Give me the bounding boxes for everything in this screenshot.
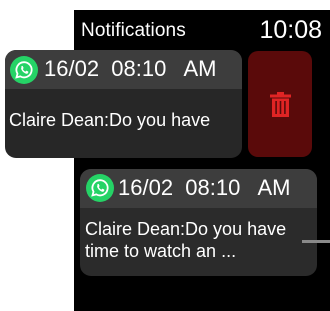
scroll-indicator [302, 240, 330, 243]
clock-time: 10:08 [259, 16, 322, 44]
delete-button[interactable] [248, 51, 312, 157]
notification-card[interactable]: 16/02 08:10 AM Claire Dean:Do you have [5, 50, 242, 158]
app-stage: Notifications 10:08 16/02 08:10 AM Clair… [0, 0, 330, 311]
whatsapp-icon [86, 174, 114, 202]
notification-timestamp: 16/02 08:10 AM [44, 56, 217, 81]
whatsapp-icon [10, 56, 38, 84]
notification-timestamp: 16/02 08:10 AM [118, 175, 291, 200]
trash-icon [270, 92, 291, 117]
notification-message: Claire Dean:Do you have time to watch an… [85, 219, 287, 261]
notification-card[interactable]: 16/02 08:10 AM Claire Dean:Do you have t… [80, 169, 317, 276]
screen-title: Notifications [81, 20, 186, 41]
notification-message: Claire Dean:Do you have [9, 110, 211, 130]
